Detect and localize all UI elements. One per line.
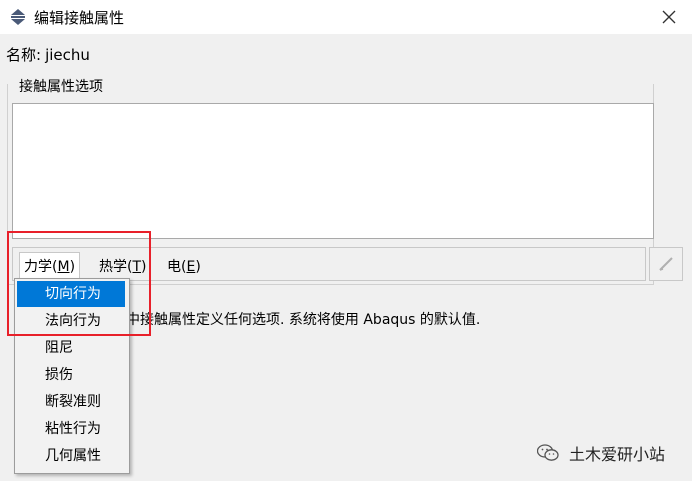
menu-electrical-mnemonic: E — [186, 259, 196, 275]
close-button[interactable] — [652, 2, 686, 32]
close-icon — [662, 10, 676, 24]
menu-electrical-close: ) — [195, 259, 201, 275]
group-label: 接触属性选项 — [16, 76, 106, 96]
watermark-text: 土木爱研小站 — [569, 445, 666, 464]
highlight-annotation-box — [7, 231, 151, 336]
dd-damping[interactable]: 阻尼 — [17, 335, 125, 361]
name-row: 名称: jiechu — [6, 44, 90, 65]
hint-text: 中接触属性定义任何选项. 系统将使用 Abaqus 的默认值. — [126, 312, 481, 328]
edit-pen-icon — [659, 257, 673, 271]
dd-cohesive-behavior[interactable]: 粘性行为 — [17, 416, 125, 442]
dd-geometric-properties[interactable]: 几何属性 — [17, 443, 125, 469]
name-label: 名称: — [6, 46, 42, 64]
app-icon — [8, 7, 28, 27]
menu-electrical-text: 电( — [167, 259, 187, 275]
title-bar: 编辑接触属性 — [0, 0, 692, 34]
dd-damage[interactable]: 损伤 — [17, 362, 125, 388]
wechat-icon — [537, 444, 559, 461]
edit-option-button[interactable] — [649, 247, 683, 281]
watermark: 土木爱研小站 — [537, 443, 687, 464]
name-value: jiechu — [45, 46, 90, 64]
dd-fracture-criterion[interactable]: 断裂准则 — [17, 389, 125, 415]
contact-options-list[interactable] — [12, 103, 654, 239]
menu-electrical[interactable]: 电(E) — [167, 256, 201, 276]
window-title: 编辑接触属性 — [34, 9, 125, 27]
